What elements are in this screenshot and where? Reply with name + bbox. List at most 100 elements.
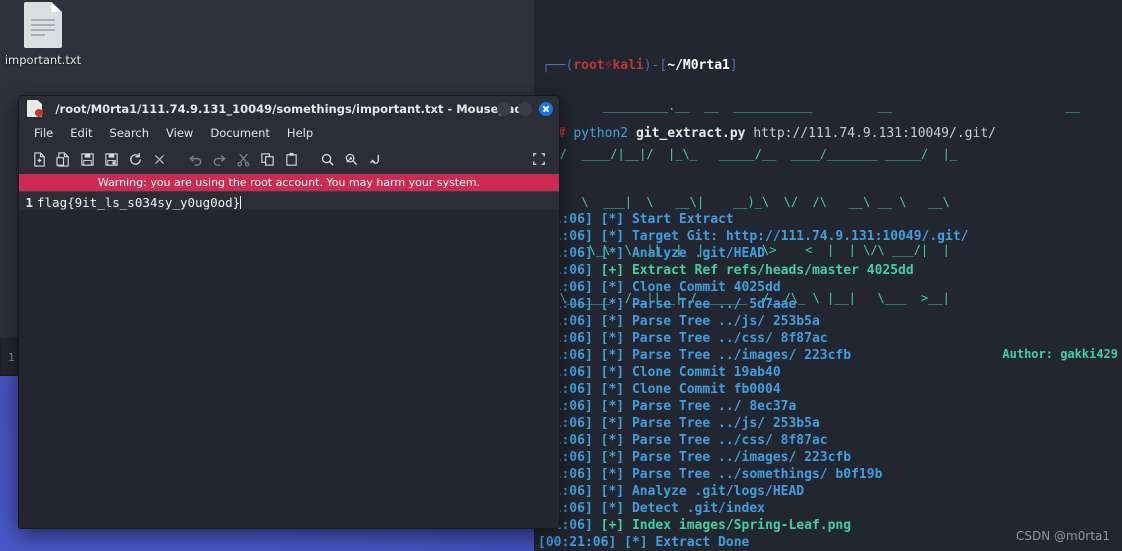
log-line: :21:06] [*] Clone Commit fb0004 — [538, 381, 1122, 398]
menu-file[interactable]: File — [27, 124, 60, 142]
workspace-number: 1 — [8, 350, 15, 364]
log-tag: [*] — [600, 416, 625, 431]
log-message: Clone Commit fb0004 — [631, 382, 781, 397]
log-tag: [*] — [600, 280, 625, 295]
log-message: Analyze .git/logs/HEAD — [631, 484, 805, 499]
log-message: Extract Done — [655, 535, 750, 550]
log-line: :21:06] [*] Analyze .git/logs/HEAD — [538, 483, 1122, 500]
root-warning-bar: Warning: you are using the root account.… — [19, 174, 559, 191]
save-icon[interactable] — [75, 147, 99, 171]
log-tag: [*] — [600, 229, 625, 244]
log-line: :21:06] [*] Start Extract — [538, 211, 1122, 228]
line-number: 1 — [25, 195, 33, 210]
banner-line-2: / \ ___| \ __\| __)_\ \/ /\ __\ __ \ __\ — [538, 195, 950, 209]
go-to-line-icon[interactable] — [363, 147, 387, 171]
text-editor-area[interactable]: 1 flag{9it_ls_s034sy_y0ug0od} — [19, 191, 559, 528]
reload-icon[interactable] — [123, 147, 147, 171]
menu-view[interactable]: View — [159, 124, 200, 142]
log-message: Parse Tree ../js/ 253b5a — [631, 314, 820, 329]
undo-icon[interactable] — [183, 147, 207, 171]
close-button[interactable] — [539, 101, 553, 116]
log-tag: [*] — [600, 399, 625, 414]
log-tag: [*] — [624, 535, 648, 550]
log-message: Clone Commit 4025dd — [631, 280, 781, 295]
menu-document[interactable]: Document — [203, 124, 277, 142]
terminal-log-list: :21:06] [*] Start Extract:21:06] [*] Tar… — [534, 211, 1122, 551]
desktop-icon-label: important.txt — [4, 53, 82, 67]
log-tag: [*] — [600, 331, 625, 346]
log-line: :21:06] [+] Extract Ref refs/heads/maste… — [538, 262, 1122, 279]
log-line: :21:06] [*] Parse Tree ../css/ 8f87ac — [538, 432, 1122, 449]
log-line: :21:06] [*] Parse Tree ../ 5d7aae — [538, 296, 1122, 313]
log-line: :21:06] [*] Clone Commit 19ab40 — [538, 364, 1122, 381]
log-message: Parse Tree ../images/ 223cfb — [631, 348, 852, 363]
log-tag: [+] — [600, 263, 625, 278]
log-tag: [+] — [600, 518, 625, 533]
desktop-icon-important-txt[interactable]: important.txt — [4, 2, 82, 67]
cut-icon[interactable] — [231, 147, 255, 171]
log-line: :21:06] [*] Target Git: http://111.74.9.… — [538, 228, 1122, 245]
log-message: Index images/Spring-Leaf.png — [631, 518, 852, 533]
log-message: Clone Commit 19ab40 — [631, 365, 781, 380]
copy-icon[interactable] — [255, 147, 279, 171]
minimize-button[interactable] — [497, 101, 511, 116]
root-warning-text: Warning: you are using the root account.… — [97, 176, 481, 189]
fullscreen-icon[interactable] — [527, 147, 551, 171]
close-document-icon[interactable] — [147, 147, 171, 171]
log-message: Detect .git/index — [631, 501, 765, 516]
screen: important.txt 1 ┌──(root☼kali)-[~/M0rta1… — [0, 0, 1122, 551]
log-line: :21:06] [*] Parse Tree ../js/ 253b5a — [538, 313, 1122, 330]
log-message: Parse Tree ../somethings/ b0f19b — [631, 467, 883, 482]
redo-icon[interactable] — [207, 147, 231, 171]
log-message: Parse Tree ../js/ 253b5a — [631, 416, 820, 431]
log-message: Analyze .git/HEAD — [631, 246, 765, 261]
log-message: Parse Tree ../images/ 223cfb — [631, 450, 852, 465]
mousepad-menubar: File Edit Search View Document Help — [19, 122, 559, 144]
log-tag: [*] — [600, 246, 625, 261]
csdn-watermark: CSDN @m0rta1 — [1016, 529, 1110, 543]
window-controls — [497, 101, 553, 116]
editor-content[interactable]: flag{9it_ls_s034sy_y0ug0od} — [37, 195, 242, 210]
new-document-icon[interactable] — [27, 147, 51, 171]
mousepad-window[interactable]: /root/M0rta1/111.74.9.131_10049/somethin… — [18, 95, 560, 529]
save-as-icon[interactable] — [99, 147, 123, 171]
text-caret — [240, 196, 242, 209]
find-replace-icon[interactable] — [339, 147, 363, 171]
log-line: :21:06] [*] Parse Tree ../css/ 8f87ac — [538, 330, 1122, 347]
log-line: :21:06] [*] Parse Tree ../images/ 223cfb — [538, 449, 1122, 466]
menu-search[interactable]: Search — [103, 124, 157, 142]
mousepad-toolbar — [19, 144, 559, 174]
log-tag: [*] — [600, 382, 625, 397]
log-line: :21:06] [*] Parse Tree ../ 8ec37a — [538, 398, 1122, 415]
log-line: :21:06] [*] Clone Commit 4025dd — [538, 279, 1122, 296]
editor-text: flag{9it_ls_s034sy_y0ug0od} — [37, 195, 241, 210]
log-message: Parse Tree ../ 5d7aae — [631, 297, 797, 312]
log-tag: [*] — [600, 501, 625, 516]
banner-line-1: / ____/|__|/ |_\_ _____/__ ____/_______ … — [538, 147, 958, 161]
banner-line-0: _________.__ __ ___________ __ __ — [538, 99, 1102, 113]
log-line: :21:06] [*] Analyze .git/HEAD — [538, 245, 1122, 262]
maximize-button[interactable] — [518, 101, 532, 116]
find-icon[interactable] — [315, 147, 339, 171]
open-file-icon[interactable] — [51, 147, 75, 171]
mousepad-titlebar[interactable]: /root/M0rta1/111.74.9.131_10049/somethin… — [19, 96, 559, 122]
menu-help[interactable]: Help — [280, 124, 320, 142]
log-message: Start Extract — [631, 212, 734, 227]
log-tag: [*] — [600, 365, 625, 380]
log-tag: [*] — [600, 212, 625, 227]
menu-edit[interactable]: Edit — [63, 124, 99, 142]
editor-empty-space[interactable] — [19, 210, 559, 528]
paste-icon[interactable] — [279, 147, 303, 171]
terminal-window[interactable]: ┌──(root☼kali)-[~/M0rta1] └─# python2 gi… — [534, 0, 1122, 551]
log-tag: [*] — [600, 484, 625, 499]
log-line: :21:06] [*] Parse Tree ../images/ 223cfb — [538, 347, 1122, 364]
log-message: Parse Tree ../css/ 8f87ac — [631, 433, 828, 448]
mousepad-app-icon — [27, 100, 43, 117]
log-line: :21:06] [*] Parse Tree ../somethings/ b0… — [538, 466, 1122, 483]
log-tag: [*] — [600, 467, 625, 482]
log-message: Target Git: http://111.74.9.131:10049/.g… — [631, 229, 969, 244]
log-message: Extract Ref refs/heads/master 4025dd — [631, 263, 914, 278]
log-tag: [*] — [600, 433, 625, 448]
log-message: Parse Tree ../css/ 8f87ac — [631, 331, 828, 346]
log-tag: [*] — [600, 314, 625, 329]
